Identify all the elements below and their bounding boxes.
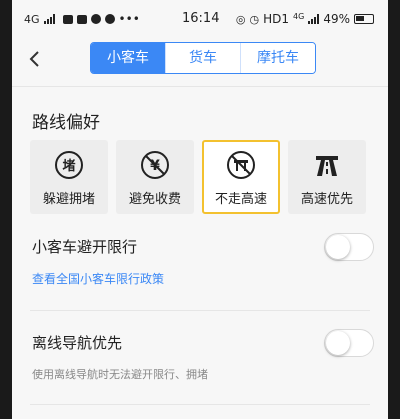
back-button[interactable]	[22, 46, 48, 72]
offline-title: 离线导航优先	[32, 334, 123, 352]
network-right-label: 4G	[293, 11, 305, 21]
restriction-policy-link[interactable]: 查看全国小客车限行政策	[32, 270, 164, 287]
toggle-knob	[326, 331, 350, 355]
pref-avoid-toll[interactable]: ¥ 避免收费	[116, 140, 194, 214]
bird-icon	[90, 14, 101, 24]
pref-avoid-congestion[interactable]: 堵 躲避拥堵	[30, 140, 108, 214]
pref-label: 高速优先	[300, 192, 353, 207]
highway-first-icon	[316, 156, 338, 176]
offline-toggle[interactable]	[324, 329, 374, 357]
network-label: 4G	[24, 12, 40, 26]
restriction-title: 小客车避开限行	[32, 238, 138, 256]
pref-label: 躲避拥堵	[42, 192, 95, 207]
battery-icon	[354, 14, 374, 24]
chevron-left-icon	[29, 51, 39, 67]
avoid-toll-icon: ¥	[141, 151, 169, 179]
pref-label: 不走高速	[214, 192, 267, 207]
app-screen: 4G ••• 16:14 ◎ ◷ HD1 4G 49% 小客车 货车 摩托车 路…	[12, 0, 388, 419]
svg-text:堵: 堵	[62, 158, 75, 174]
tab-motorcycle[interactable]: 摩托车	[241, 43, 315, 73]
tab-car[interactable]: 小客车	[91, 43, 166, 73]
more-dots-icon: •••	[118, 12, 140, 26]
status-time: 16:14	[182, 11, 220, 26]
route-pref-title: 路线偏好	[32, 113, 100, 133]
signal-icon	[43, 14, 55, 24]
tab-truck[interactable]: 货车	[166, 43, 241, 73]
battery-pct: 49%	[323, 12, 350, 26]
status-left: 4G •••	[24, 12, 140, 26]
pref-no-highway[interactable]: 不走高速	[202, 140, 280, 214]
status-right: ◎ ◷ HD1 4G 49%	[236, 12, 374, 26]
location-icon: ◎	[235, 12, 246, 26]
header-divider	[12, 86, 388, 87]
notification-icon	[62, 14, 73, 24]
header: 小客车 货车 摩托车	[12, 36, 388, 86]
status-bar: 4G ••• 16:14 ◎ ◷ HD1 4G 49%	[12, 0, 388, 36]
row-divider	[30, 310, 370, 311]
video-icon	[76, 14, 87, 24]
hd-label: HD1	[263, 12, 290, 26]
row-divider	[30, 404, 370, 405]
cloud-icon	[104, 14, 115, 24]
no-highway-icon	[227, 151, 255, 179]
alarm-icon: ◷	[249, 12, 260, 26]
toggle-knob	[326, 235, 350, 259]
pref-highway-first[interactable]: 高速优先	[288, 140, 366, 214]
offline-desc: 使用离线导航时无法避开限行、拥堵	[32, 368, 208, 381]
avoid-congestion-icon: 堵	[55, 151, 83, 179]
signal-right-icon	[308, 14, 320, 24]
route-pref-options: 堵 躲避拥堵 ¥ 避免收费 不走高速	[30, 140, 366, 214]
pref-label: 避免收费	[128, 192, 181, 207]
restriction-toggle[interactable]	[324, 233, 374, 261]
vehicle-tabs: 小客车 货车 摩托车	[90, 42, 316, 74]
